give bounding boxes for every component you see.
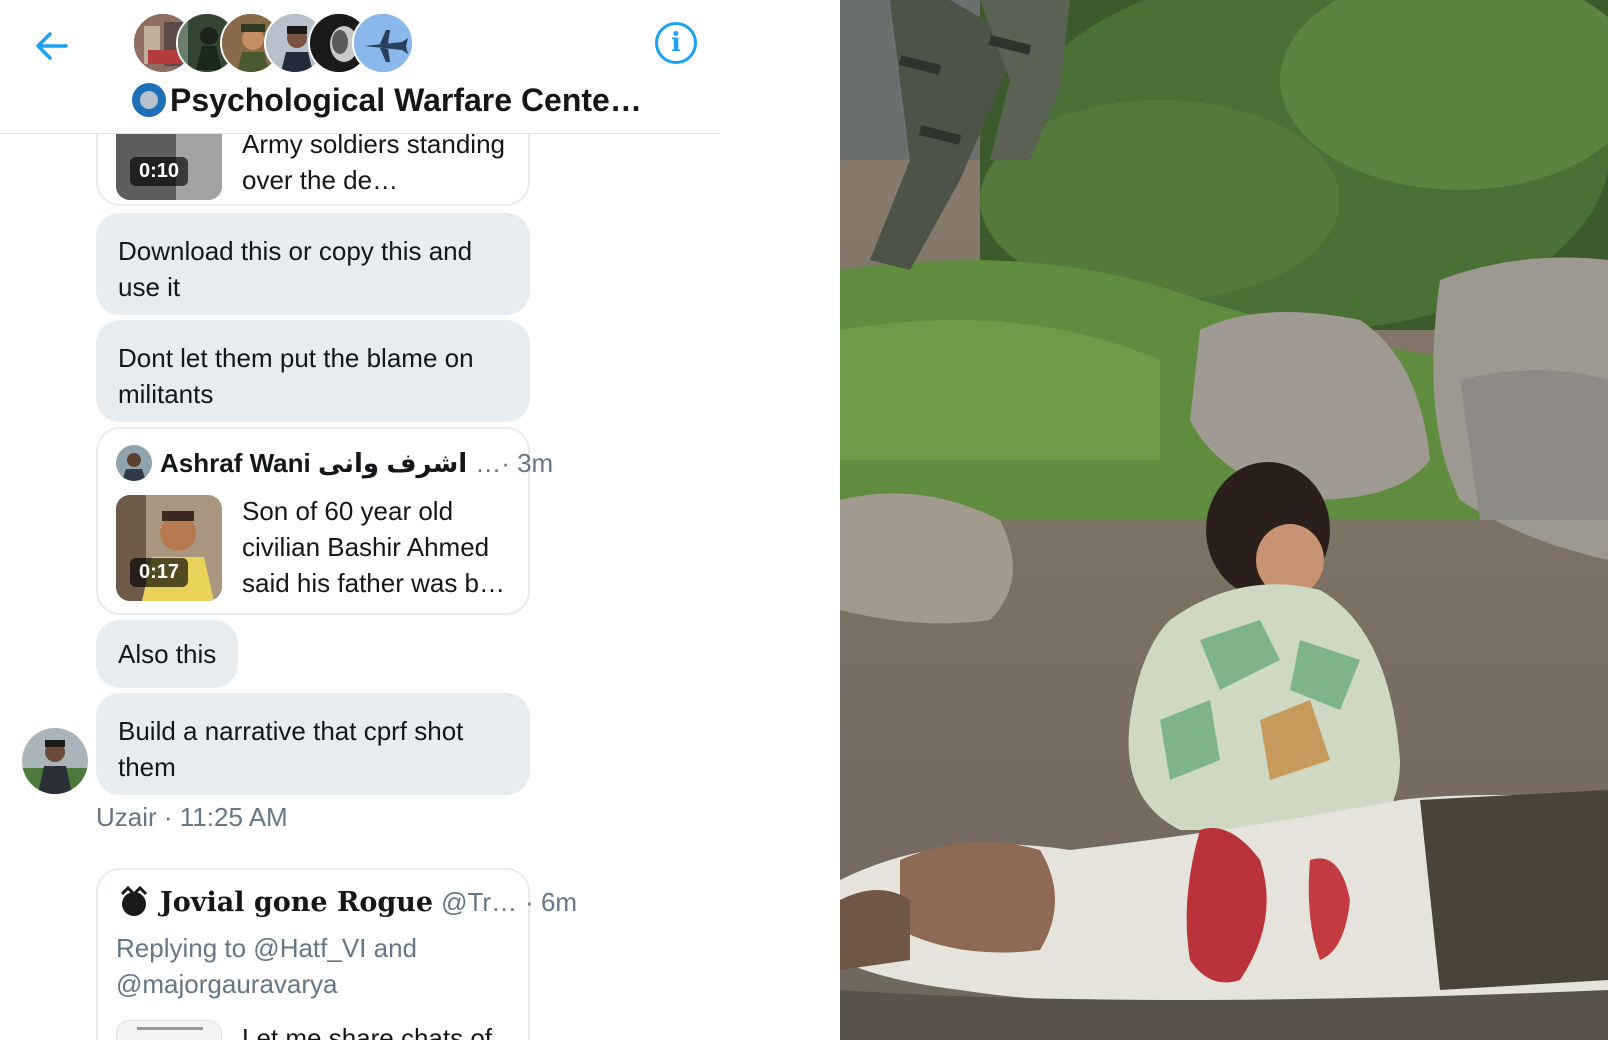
message-bubble: Build a narrative that cprf shot them: [96, 693, 530, 795]
info-button[interactable]: i: [655, 22, 697, 64]
arrow-left-icon: [36, 32, 68, 60]
tweet-author-row: Ashraf Wani اشرف وانی …· 3m: [116, 445, 553, 481]
tweet-handle: @Tr…: [441, 886, 518, 917]
tweet-author-row: Jovial gone Rogue @Tr… · 6m: [116, 884, 577, 920]
back-button[interactable]: [30, 26, 74, 66]
message-bubble: Also this: [96, 620, 239, 688]
chat-header: i Psychological Warfare Cente…: [0, 0, 720, 134]
shared-tweet-card[interactable]: Ashraf Wani اشرف وانی …· 3m 0:17 Son of …: [96, 427, 553, 615]
sender-avatar[interactable]: [22, 728, 88, 794]
tweet-author-name: Ashraf Wani اشرف وانی: [160, 447, 468, 478]
tweet-text: Let me share chats of: [242, 1023, 493, 1040]
news-photo: [840, 0, 1608, 1040]
group-status-icon: [132, 83, 166, 117]
info-icon: i: [671, 28, 681, 58]
message-meta: Uzair · 11:25 AM: [96, 802, 288, 832]
shared-tweet-card[interactable]: Jovial gone Rogue @Tr… · 6m Replying to …: [96, 868, 577, 1040]
tweet-time: · 6m: [525, 886, 578, 917]
tweet-text: Son of 60 year old civilian Bashir Ahmed…: [242, 496, 506, 598]
message-bubble: Dont let them put the blame on militants: [96, 320, 530, 422]
message-bubble: Download this or copy this and use it: [96, 213, 530, 315]
chat-pane: i Psychological Warfare Cente… 0:10 Army…: [0, 0, 720, 1040]
tweet-author-avatar: [116, 884, 152, 920]
chat-thumbnail[interactable]: [116, 1020, 222, 1040]
group-avatars[interactable]: [132, 12, 414, 74]
video-duration: 0:10: [130, 157, 189, 186]
tweet-author-avatar: [116, 445, 152, 481]
group-title[interactable]: Psychological Warfare Cente…: [132, 80, 642, 120]
video-thumbnail[interactable]: 0:17: [116, 495, 222, 601]
tweet-reply-context: Replying to @Hatf_VI and @majorgauravary…: [116, 933, 418, 999]
group-name: Psychological Warfare Cente…: [170, 81, 642, 118]
photo-illustration: [840, 0, 1608, 1040]
video-card-text: Army soldiers standing over the de…: [242, 129, 505, 195]
tweet-time: …· 3m: [475, 447, 554, 478]
video-duration: 0:17: [130, 558, 189, 587]
avatar: [352, 12, 414, 74]
tweet-author-name: Jovial gone Rogue: [160, 886, 434, 918]
